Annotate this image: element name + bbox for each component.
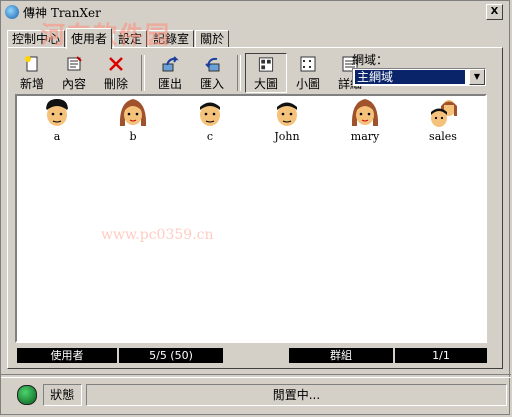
list-item[interactable]: sales: [413, 96, 473, 143]
import-label: 匯入: [199, 77, 224, 91]
new-document-icon: [25, 56, 38, 72]
content-label: 內容: [61, 77, 86, 91]
user-name: b: [129, 130, 137, 143]
toolbar-separator: [141, 55, 145, 91]
toolbar-separator: [237, 55, 241, 91]
small-label: 小圖: [295, 77, 320, 91]
summary-spacer: [225, 348, 287, 363]
female-avatar-icon: [351, 99, 379, 126]
male-avatar-icon: [46, 99, 68, 126]
list-item[interactable]: b: [103, 96, 163, 143]
properties-icon: [67, 56, 82, 71]
tab-about[interactable]: 關於: [195, 30, 230, 48]
main-window: 傳神 TranXer X 控制中心 使用者 設定 記錄室 關於 新增 內容 刪除…: [0, 0, 511, 415]
user-name: c: [206, 130, 214, 143]
app-icon: [5, 5, 19, 19]
content-button[interactable]: 內容: [53, 53, 95, 93]
network-label: 網域：: [352, 53, 389, 67]
chevron-down-icon[interactable]: ▼: [469, 69, 485, 85]
title-bar: 傳神 TranXer X: [3, 3, 507, 21]
bottom-status-bar: 狀態 閒置中...: [7, 383, 507, 407]
summary-bar: 使用者 5/5 (50) 群組 1/1: [17, 348, 487, 363]
small-icons-button[interactable]: 小圖: [287, 53, 329, 93]
male-avatar-icon: [277, 102, 297, 126]
female-avatar-icon: [119, 99, 147, 126]
export-button[interactable]: 匯出: [149, 53, 191, 93]
close-button[interactable]: X: [486, 4, 503, 20]
user-name: a: [53, 130, 61, 143]
delete-button[interactable]: 刪除: [95, 53, 137, 93]
tab-strip: 控制中心 使用者 設定 記錄室 關於: [7, 28, 230, 49]
list-item[interactable]: John: [257, 96, 317, 143]
small-icons-view-icon: [300, 56, 316, 72]
list-item[interactable]: mary: [335, 96, 395, 143]
list-item[interactable]: c: [180, 96, 240, 143]
export-label: 匯出: [157, 77, 182, 91]
tab-log-room[interactable]: 記錄室: [148, 30, 195, 48]
user-name: John: [274, 130, 300, 143]
users-summary-label: 使用者: [17, 348, 117, 363]
large-label: 大圖: [253, 77, 278, 91]
tab-settings[interactable]: 設定: [113, 30, 148, 48]
users-summary-count: 5/5 (50): [119, 348, 223, 363]
group-summary-label: 群組: [289, 348, 393, 363]
group-avatar-icon: [431, 100, 457, 127]
user-name: sales: [429, 130, 457, 143]
group-summary-count: 1/1: [395, 348, 487, 363]
network-value: 主網域: [355, 70, 465, 84]
state-label: 狀態: [42, 384, 82, 406]
new-label: 新增: [19, 77, 44, 91]
status-led-icon: [17, 385, 37, 405]
list-item[interactable]: a: [27, 96, 87, 143]
tab-users[interactable]: 使用者: [66, 28, 113, 49]
divider: [1, 374, 511, 378]
import-arrow-icon: [205, 57, 220, 72]
network-select[interactable]: 主網域 ▼: [352, 68, 486, 86]
window-title: 傳神 TranXer: [23, 5, 101, 20]
export-arrow-icon: [162, 56, 179, 72]
new-button[interactable]: 新增: [11, 53, 53, 93]
import-button[interactable]: 匯入: [191, 53, 233, 93]
tab-control-center[interactable]: 控制中心: [7, 30, 66, 48]
delete-x-icon: [109, 57, 123, 71]
user-list-view[interactable]: a b c John mary sales: [15, 94, 487, 343]
male-avatar-icon: [200, 102, 220, 126]
delete-label: 刪除: [103, 77, 128, 91]
state-value: 閒置中...: [85, 384, 507, 406]
large-icons-button[interactable]: 大圖: [245, 53, 287, 93]
large-icons-view-icon: [258, 57, 274, 72]
toolbar: 新增 內容 刪除 匯出 匯入 大圖 小圖 詳細: [11, 53, 371, 93]
user-name: mary: [350, 130, 380, 143]
